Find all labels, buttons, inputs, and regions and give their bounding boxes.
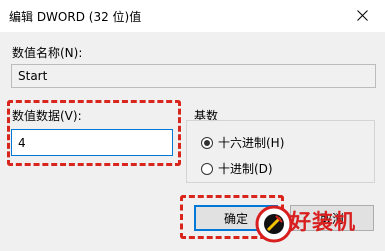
watermark: 好装机 [250, 200, 385, 251]
radio-decimal-label: 十进制(D) [218, 162, 273, 176]
radio-hexadecimal-indicator [201, 136, 213, 149]
value-data-input[interactable]: 4 [11, 129, 173, 156]
radio-decimal-indicator [201, 162, 213, 175]
ok-button-label: 确定 [223, 211, 248, 226]
close-icon [356, 10, 368, 21]
title-bar: 编辑 DWORD (32 位)值 [0, 0, 385, 32]
window-title: 编辑 DWORD (32 位)值 [9, 10, 142, 24]
value-data-label: 数值数据(V): [12, 109, 82, 123]
watermark-logo-icon [255, 205, 293, 243]
value-name-field[interactable]: Start [11, 64, 376, 88]
radio-decimal[interactable]: 十进制(D) [201, 160, 273, 177]
radio-hexadecimal-label: 十六进制(H) [218, 136, 285, 150]
close-button[interactable] [339, 0, 385, 31]
radio-hexadecimal[interactable]: 十六进制(H) [201, 134, 284, 151]
watermark-text: 好装机 [290, 209, 356, 234]
value-name-label: 数值名称(N): [12, 46, 83, 60]
